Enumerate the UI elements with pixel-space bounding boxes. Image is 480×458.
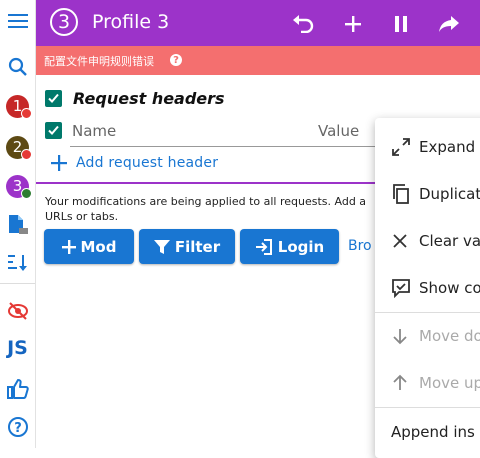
info-text: Your modifications are being applied to … [45, 195, 367, 223]
error-banner: 配置文件申明规则错误 ? [36, 46, 480, 75]
status-dot [21, 107, 32, 119]
add-request-header-button[interactable]: Add request header [50, 152, 218, 174]
add-mod-button[interactable]: Mod [44, 229, 134, 264]
js-icon[interactable]: JS [0, 331, 35, 365]
profile-number-badge: 3 [50, 8, 78, 36]
section-title: Request headers [73, 89, 225, 108]
help-icon[interactable]: ? [170, 54, 182, 66]
menu-label: Expand [419, 138, 476, 156]
menu-separator [375, 407, 480, 408]
menu-item-move-up[interactable]: Move up [375, 363, 480, 403]
help-circle-icon[interactable]: ? [0, 410, 35, 444]
menu-separator [375, 312, 480, 313]
mod-label: Mod [80, 237, 117, 256]
menu-item-duplicate[interactable]: Duplicat [375, 174, 480, 214]
login-button[interactable]: Login [240, 229, 339, 264]
expand-icon [391, 137, 413, 157]
add-profile-icon[interactable] [0, 208, 35, 242]
pause-icon[interactable] [388, 11, 414, 37]
menu-label: Move do [419, 327, 480, 345]
close-icon [391, 232, 413, 250]
header-row-checkbox[interactable] [45, 122, 62, 139]
menu-label: Duplicat [419, 185, 480, 203]
copy-icon [391, 184, 413, 204]
profile-title[interactable]: Profile 3 [92, 11, 169, 33]
menu-item-move-down[interactable]: Move do [375, 316, 480, 356]
profile-1-avatar: 1 [6, 94, 32, 119]
status-dot [21, 187, 32, 199]
undo-icon[interactable] [290, 11, 316, 37]
svg-text:?: ? [14, 421, 22, 436]
add-request-header-label: Add request header [76, 155, 219, 171]
row-underline [70, 146, 380, 147]
filter-icon [153, 239, 170, 254]
profile-1-button[interactable]: 1 [0, 89, 35, 123]
rail-divider [0, 283, 35, 284]
menu-label: Append ins [391, 423, 475, 441]
menu-item-expand[interactable]: Expand [375, 127, 480, 167]
search-icon[interactable] [0, 50, 35, 84]
menu-item-clear[interactable]: Clear va [375, 221, 480, 261]
request-headers-checkbox[interactable] [45, 90, 62, 107]
menu-label: Show co [419, 279, 480, 297]
context-menu: Expand Duplicat Clear va Show co Move do… [375, 118, 480, 458]
status-dot [21, 148, 32, 160]
filter-label: Filter [174, 237, 221, 256]
login-icon [255, 238, 272, 255]
header-value-field[interactable]: Value [318, 122, 359, 140]
menu-label: Move up [419, 374, 480, 392]
profile-2-button[interactable]: 2 [0, 130, 35, 164]
profile-3-button[interactable]: 3 [0, 169, 35, 203]
sort-icon[interactable] [0, 246, 35, 280]
hide-icon[interactable] [0, 294, 35, 328]
add-icon[interactable] [340, 11, 366, 37]
comment-check-icon [391, 278, 413, 298]
share-icon[interactable] [436, 11, 462, 37]
menu-item-append[interactable]: Append ins [375, 412, 480, 452]
left-rail: 1 2 3 JS ? [0, 0, 36, 448]
profile-3-avatar: 3 [6, 174, 32, 199]
menu-label: Clear va [419, 232, 480, 250]
browse-link[interactable]: Bro [348, 238, 372, 254]
menu-icon[interactable] [0, 4, 35, 38]
error-text: 配置文件申明规则错误 [44, 55, 154, 68]
menu-item-show-comment[interactable]: Show co [375, 268, 480, 308]
header-name-field[interactable]: Name [72, 122, 116, 140]
profile-2-avatar: 2 [6, 135, 32, 160]
app-header: 3 Profile 3 [36, 0, 480, 46]
add-filter-button[interactable]: Filter [139, 229, 235, 264]
arrow-up-icon [391, 374, 413, 392]
thumbs-up-icon[interactable] [0, 372, 35, 406]
login-label: Login [277, 237, 325, 256]
arrow-down-icon [391, 327, 413, 345]
plus-icon [61, 239, 76, 254]
plus-icon [51, 155, 67, 171]
